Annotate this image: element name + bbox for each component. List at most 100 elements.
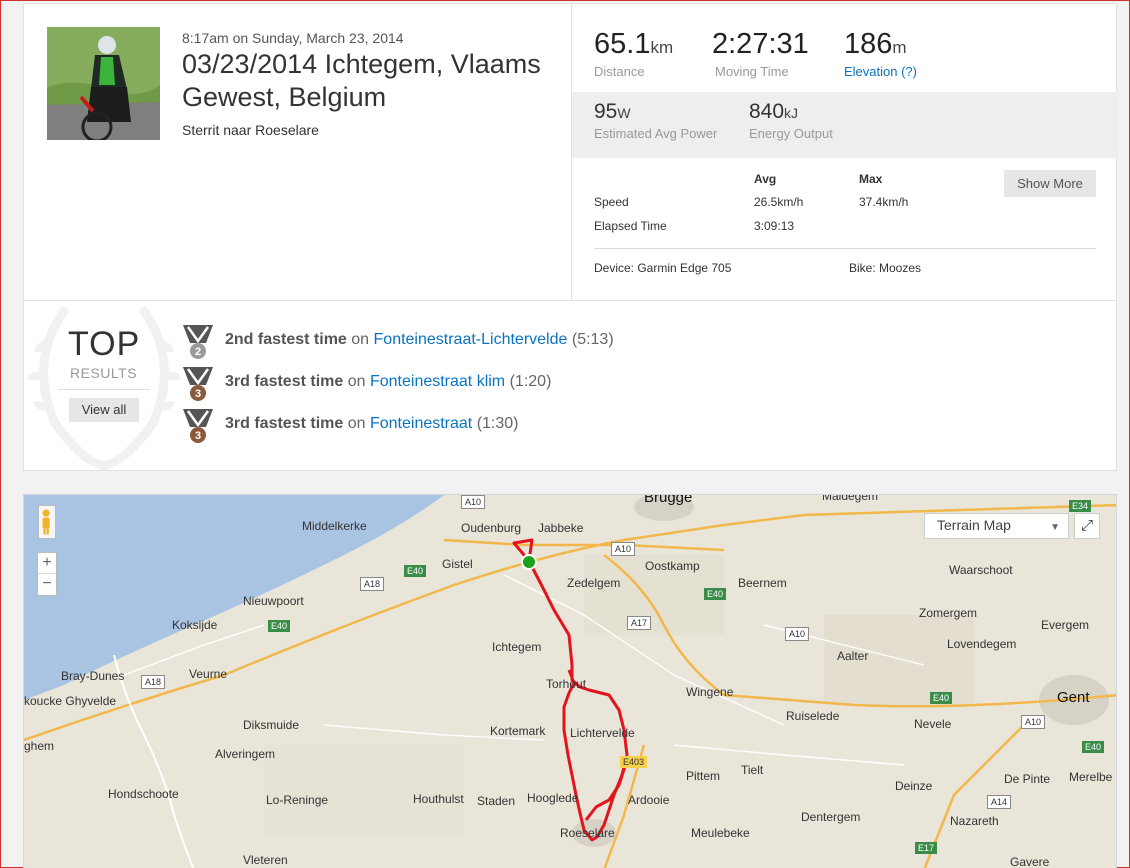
map-label: Houthulst — [413, 792, 464, 806]
map-label: ghem — [24, 739, 55, 753]
map-type-label: Terrain Map — [937, 517, 1011, 533]
map-label: Hooglede — [527, 791, 579, 805]
map-label: Koksijde — [172, 618, 218, 632]
stat-moving-time: 2:27:31 Moving Time — [712, 28, 809, 79]
details-col-max: Max — [859, 172, 883, 186]
medal-number: 2 — [195, 346, 201, 358]
avg-power-unit: W — [617, 105, 631, 121]
segment-link[interactable]: Fonteinestraat-Lichtervelde — [374, 331, 568, 348]
athlete-avatar[interactable] — [47, 27, 160, 140]
map-label: Alveringem — [215, 747, 276, 761]
activity-title: 03/23/2014 Ichtegem, Vlaams Gewest, Belg… — [182, 49, 541, 112]
map-label: Vleteren — [243, 853, 288, 867]
map-label: Nieuwpoort — [243, 594, 304, 608]
street-view-pegman-icon[interactable] — [38, 505, 56, 539]
road-shield: E40 — [1082, 741, 1105, 753]
map-label: De Pinte — [1004, 772, 1051, 786]
stat-energy: 840kJ Energy Output — [749, 100, 833, 141]
road-shield: A18 — [360, 577, 385, 591]
details-row-max: 37.4km/h — [859, 195, 909, 209]
achievement-text: 2nd fastest time on Fonteinestraat-Licht… — [225, 331, 614, 349]
distance-label: Distance — [594, 64, 645, 79]
map-label: Deinze — [895, 779, 933, 793]
road-shield: A10 — [1021, 715, 1046, 729]
top-results-subtitle: RESULTS — [70, 365, 138, 381]
top-results-title: TOP — [68, 325, 141, 363]
map-label: Meulebeke — [691, 826, 750, 840]
achievement-rank: 3rd fastest time — [225, 415, 344, 432]
map-label: Lovendegem — [947, 637, 1017, 651]
road-shield: A10 — [461, 495, 486, 509]
activity-date: 8:17am on Sunday, March 23, 2014 — [182, 30, 404, 46]
map-label: Torhout — [546, 677, 587, 691]
map-label: Waarschoot — [949, 563, 1013, 577]
device-info: Device: Garmin Edge 705 — [594, 261, 732, 275]
achievement-text: 3rd fastest time on Fonteinestraat klim … — [225, 373, 551, 391]
athlete-photo — [47, 27, 160, 140]
achievement-on: on — [347, 373, 366, 390]
road-shield: E17 — [915, 842, 938, 854]
map-label: Ichtegem — [492, 640, 542, 654]
energy-label: Energy Output — [749, 126, 833, 141]
zoom-in-button[interactable]: + — [38, 553, 56, 574]
map-label: Diksmuide — [243, 718, 300, 732]
medal-icon: 3 — [183, 367, 213, 401]
achievement-rank: 3rd fastest time — [225, 373, 344, 390]
map-label: Nevele — [914, 717, 952, 731]
road-shield: A10 — [785, 627, 810, 641]
map-label: Bray-Dunes — [61, 669, 125, 683]
stat-avg-power: 95W Estimated Avg Power — [594, 100, 717, 141]
map-label: Oudenburg — [461, 521, 522, 535]
moving-time-value: 2:27:31 — [712, 28, 809, 60]
map-type-select[interactable]: Terrain Map ▼ — [924, 513, 1069, 539]
road-shield: E40 — [404, 565, 427, 577]
map-label: Nazareth — [950, 814, 999, 828]
show-more-button[interactable]: Show More — [1004, 170, 1096, 197]
map-label: Gavere — [1010, 855, 1050, 868]
avg-power-value: 95 — [594, 100, 618, 123]
map-label: Roeselare — [560, 826, 615, 840]
energy-unit: kJ — [784, 105, 799, 121]
elevation-help-link[interactable]: Elevation (?) — [844, 64, 917, 79]
details-row-label: Speed — [594, 195, 629, 209]
stats-panel: 65.1km Distance 2:27:31 Moving Time 186m… — [571, 4, 1118, 300]
activity-description: Sterrit naar Roeselare — [182, 122, 319, 138]
medal-icon: 2 — [183, 325, 213, 359]
avg-power-label: Estimated Avg Power — [594, 126, 718, 141]
zoom-out-button[interactable]: − — [38, 574, 56, 595]
segment-link[interactable]: Fonteinestraat — [370, 415, 472, 432]
map-label: Brugge — [644, 494, 693, 506]
chevron-down-icon: ▼ — [1050, 522, 1060, 533]
distance-unit: km — [650, 38, 674, 57]
details-col-avg: Avg — [754, 172, 777, 186]
segment-link[interactable]: Fonteinestraat klim — [370, 373, 505, 390]
road-shield: A17 — [627, 616, 652, 630]
map-label: Hondschoote — [108, 787, 179, 801]
map-label: Ruiselede — [786, 709, 840, 723]
stat-distance: 65.1km Distance — [594, 28, 673, 79]
map-label: Kortemark — [490, 724, 546, 738]
medal-number: 3 — [195, 388, 201, 400]
top-results-divider — [58, 389, 150, 390]
road-shield: E40 — [268, 620, 291, 632]
achievement-on: on — [347, 415, 366, 432]
map-label: Oostkamp — [645, 559, 700, 573]
road-shield: A14 — [987, 795, 1012, 809]
energy-value: 840 — [749, 100, 785, 123]
map-label: Dentergem — [801, 810, 861, 824]
details-row-avg: 26.5km/h — [754, 195, 804, 209]
view-all-button[interactable]: View all — [69, 398, 139, 422]
map-label: Tielt — [741, 763, 764, 777]
map-label: Staden — [477, 794, 516, 808]
fullscreen-icon[interactable]: ⤢ — [1074, 513, 1100, 539]
road-shield: E403 — [620, 756, 648, 768]
details-divider — [594, 248, 1096, 249]
achievement-time: (1:30) — [476, 415, 519, 432]
map-label: Gent — [1057, 689, 1090, 706]
route-map[interactable]: + − Terrain Map ▼ ⤢ Brugge Maldegem Midd… — [23, 494, 1117, 868]
elevation-unit: m — [892, 38, 907, 57]
map-label: Merelbe — [1069, 770, 1113, 784]
map-label: Ardooie — [628, 793, 670, 807]
achievement-on: on — [351, 331, 370, 348]
map-label: Middelkerke — [302, 519, 367, 533]
